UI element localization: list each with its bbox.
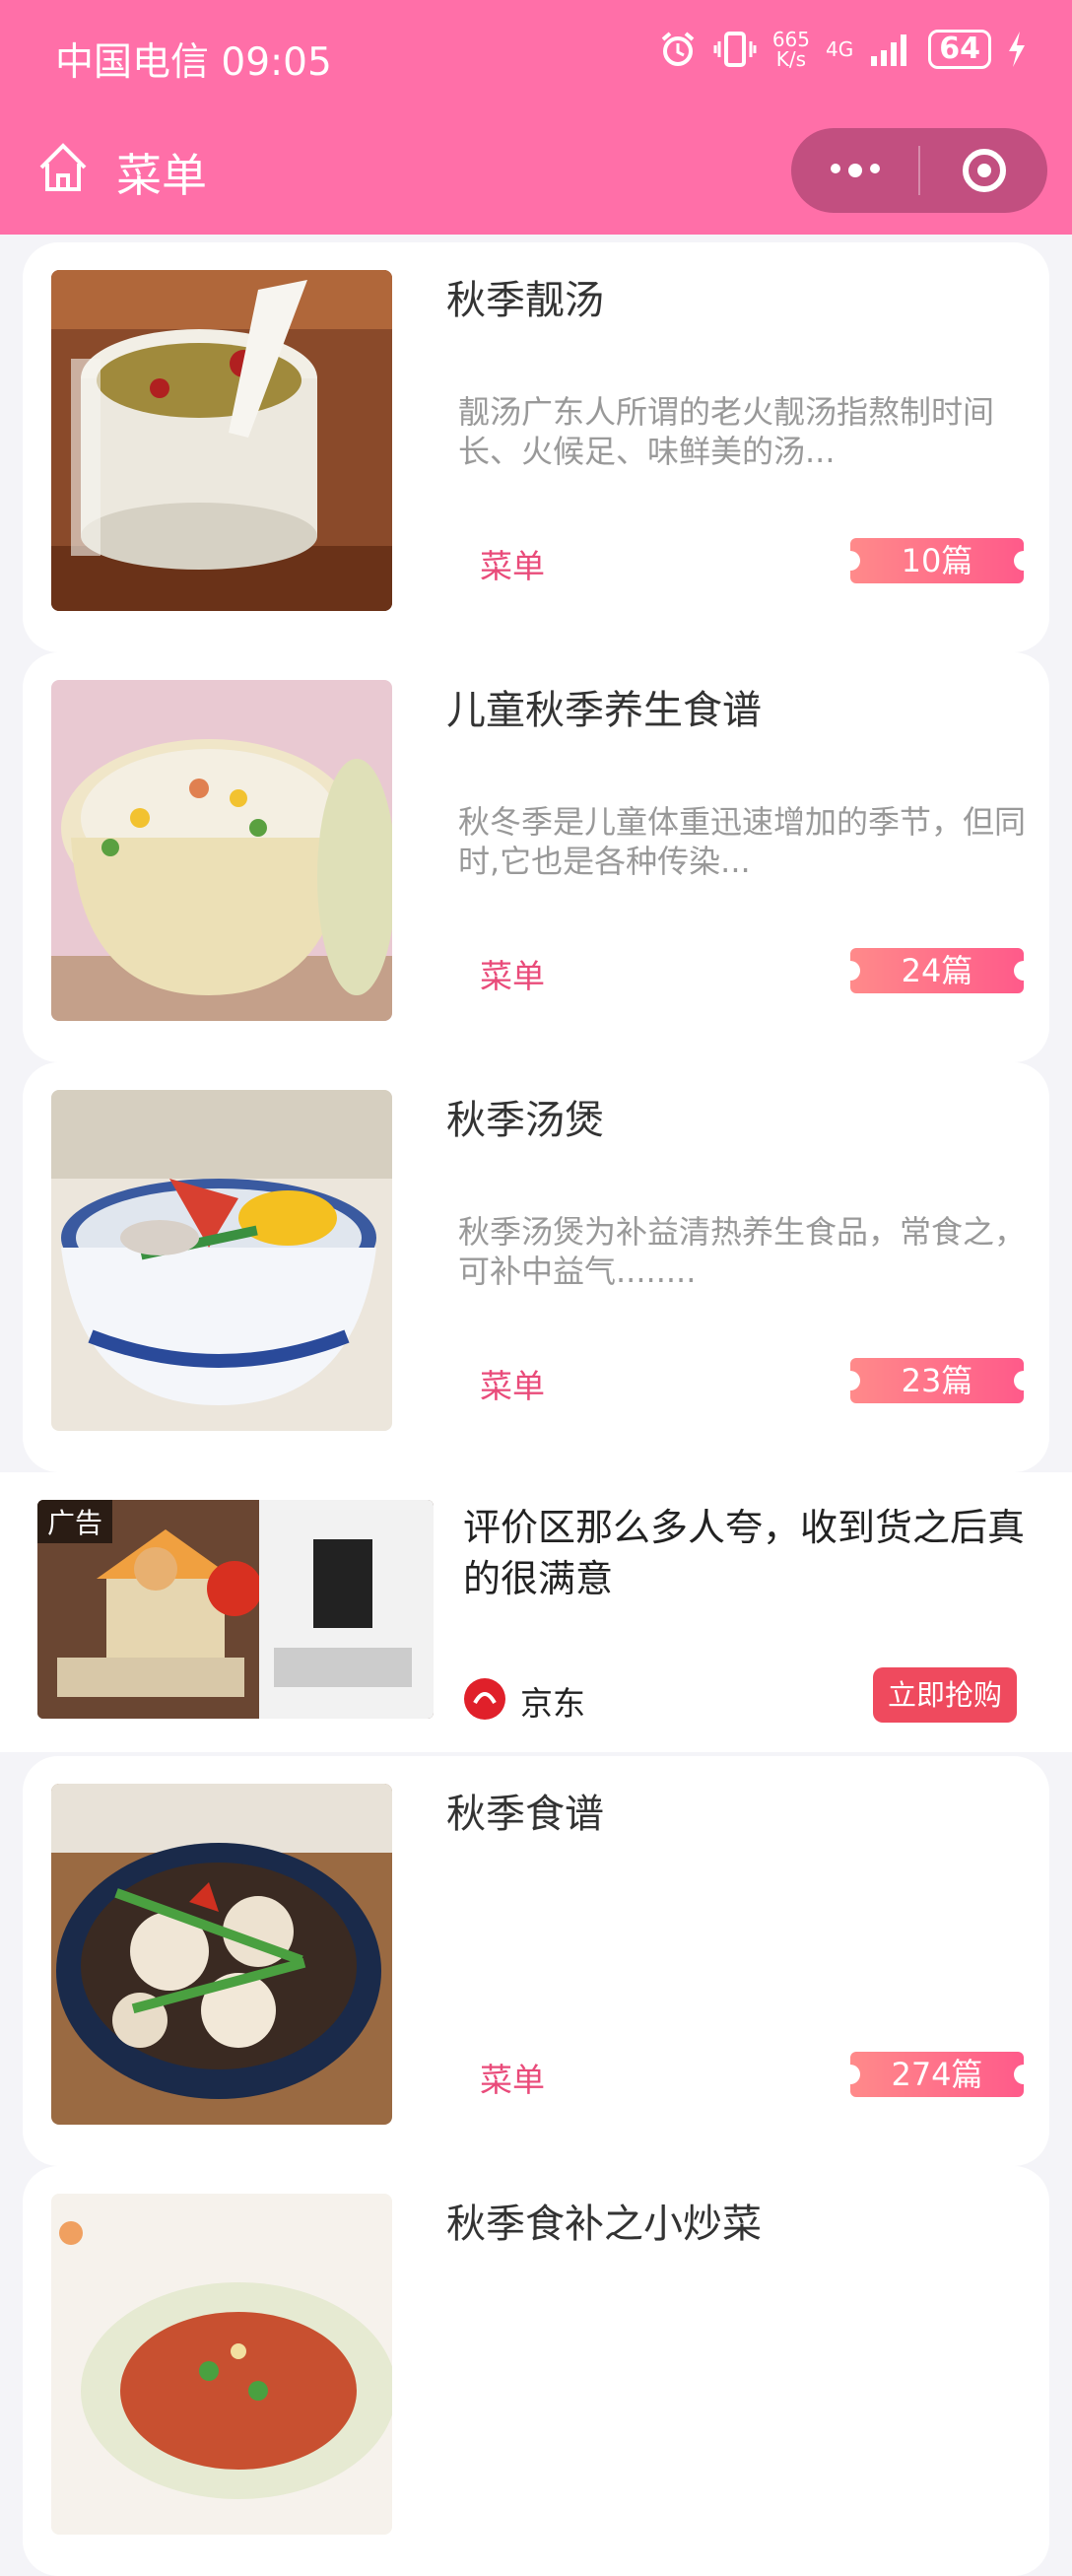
ad-label: 广告 [37, 1500, 113, 1543]
card-count-badge: 10篇 [840, 538, 1034, 583]
menu-card[interactable]: 秋季食补之小炒菜 [23, 2166, 1049, 2576]
card-thumbnail [51, 680, 392, 1021]
ad-brand: 京东 [520, 1684, 585, 1723]
card-tag: 菜单 [480, 1367, 545, 1405]
mini-program-capsule [791, 128, 1047, 213]
card-thumbnail [51, 270, 392, 611]
card-description: 秋季汤煲为补益清热养生食品，常食之，可补中益气........ [458, 1213, 1027, 1290]
ad-banner[interactable]: 广告 评价区那么多人夸，收到货之后真的很满意 京东 立即抢购 [0, 1472, 1072, 1752]
card-thumbnail [51, 1090, 392, 1431]
stir-fry-pot-photo [51, 1784, 392, 2125]
card-tag: 菜单 [480, 957, 545, 995]
signal-icon [871, 34, 907, 66]
card-description: 秋冬季是儿童体重迅速增加的季节，但同时,它也是各种传染... [458, 803, 1027, 880]
alarm-icon [661, 32, 695, 66]
soup-pot-photo [51, 270, 392, 611]
more-button[interactable] [791, 128, 918, 213]
card-count-badge: 274篇 [840, 2052, 1034, 2097]
status-icons: 665 K/s 4G 64 [658, 30, 1027, 69]
battery-level: 64 [928, 30, 991, 69]
vibrate-icon [713, 32, 757, 67]
card-count-badge: 23篇 [840, 1358, 1034, 1403]
close-button[interactable] [920, 128, 1047, 213]
card-thumbnail [51, 1784, 392, 2125]
page-title: 菜单 [116, 149, 207, 202]
card-title: 秋季汤煲 [446, 1098, 604, 1143]
status-bar: 中国电信 09:05 665 K/s 4G 64 [0, 0, 1072, 110]
ad-image: 广告 [37, 1500, 434, 1719]
menu-card[interactable]: 儿童秋季养生食谱 秋冬季是儿童体重迅速增加的季节，但同时,它也是各种传染... … [23, 652, 1049, 1062]
card-title: 秋季食谱 [446, 1792, 604, 1837]
target-icon [962, 149, 1006, 192]
card-count-badge: 24篇 [840, 948, 1034, 993]
ad-headline: 评价区那么多人夸，收到货之后真的很满意 [463, 1506, 1026, 1600]
jd-logo-icon [464, 1678, 505, 1720]
card-description: 靓汤广东人所谓的老火靓汤指熬制时间长、火候足、味鲜美的汤... [458, 393, 995, 470]
home-icon[interactable] [35, 140, 91, 195]
net-speed-value: 665 [771, 28, 811, 51]
card-title: 秋季食补之小炒菜 [446, 2202, 762, 2247]
card-tag: 菜单 [480, 547, 545, 585]
buy-now-button[interactable]: 立即抢购 [873, 1667, 1017, 1723]
menu-card[interactable]: 秋季汤煲 秋季汤煲为补益清热养生食品，常食之，可补中益气........ 菜单 … [23, 1062, 1049, 1472]
rice-bowl-photo [51, 680, 392, 1021]
card-tag: 菜单 [480, 2061, 545, 2099]
nav-bar: 菜单 [0, 110, 1072, 235]
card-title: 儿童秋季养生食谱 [446, 688, 762, 733]
menu-card[interactable]: 秋季食谱 菜单 274篇 [23, 1756, 1049, 2166]
stir-fry-plate-photo [51, 2194, 392, 2535]
network-type: 4G [826, 37, 854, 61]
more-dots-icon [830, 164, 880, 177]
menu-card[interactable]: 秋季靓汤 靓汤广东人所谓的老火靓汤指熬制时间长、火候足、味鲜美的汤... 菜单 … [23, 242, 1049, 652]
net-speed-unit: K/s [775, 47, 807, 71]
net-speed: 665 K/s [772, 30, 810, 69]
card-title: 秋季靓汤 [446, 278, 604, 323]
card-thumbnail [51, 2194, 392, 2535]
top-bar: 中国电信 09:05 665 K/s 4G 64 菜单 [0, 0, 1072, 235]
carrier-time: 中国电信 09:05 [55, 40, 332, 85]
charging-icon [1009, 32, 1025, 67]
corn-soup-bowl-photo [51, 1090, 392, 1431]
